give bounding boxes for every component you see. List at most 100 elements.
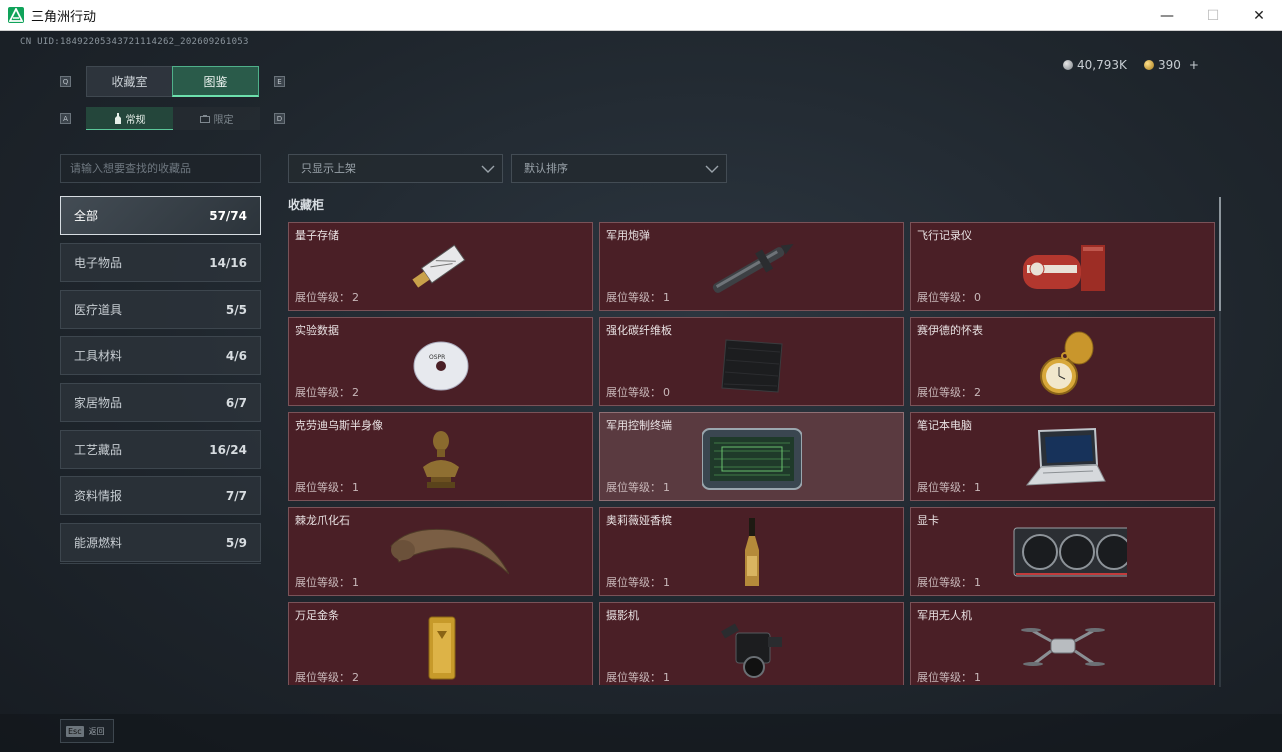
category-label: 医疗道具 xyxy=(74,303,123,317)
item-level: 展位等级： 2 xyxy=(917,384,981,400)
item-level: 展位等级： 1 xyxy=(917,479,981,495)
category-count: 16/24 xyxy=(209,442,247,457)
item-level: 展位等级： 2 xyxy=(295,289,359,305)
back-button[interactable]: Esc 返回 xyxy=(60,719,114,743)
item-card[interactable]: 军用炮弹 展位等级： 1 xyxy=(599,222,904,311)
silver-amount: 40,793K xyxy=(1077,58,1127,72)
category-electronics[interactable]: 电子物品 14/16 xyxy=(60,243,261,282)
item-name: 军用炮弹 xyxy=(606,229,650,242)
item-level: 展位等级： 0 xyxy=(917,289,981,305)
gold-amount: 390 xyxy=(1158,58,1181,72)
item-card[interactable]: 棘龙爪化石 展位等级： 1 xyxy=(288,507,593,596)
level-prefix: 展位等级： xyxy=(606,291,661,304)
item-card[interactable]: 量子存储 展位等级： 2 xyxy=(288,222,593,311)
tab-limited[interactable]: 限定 xyxy=(173,107,260,130)
item-name: 克劳迪乌斯半身像 xyxy=(295,419,383,432)
item-name: 奥莉薇娅香槟 xyxy=(606,514,672,527)
add-currency-button[interactable]: + xyxy=(1189,58,1199,72)
tab-catalog[interactable]: 图鉴 xyxy=(172,66,259,97)
category-all[interactable]: 全部 57/74 xyxy=(60,196,261,235)
level-value: 1 xyxy=(663,481,670,494)
close-button[interactable]: ✕ xyxy=(1236,0,1282,31)
item-level: 展位等级： 1 xyxy=(606,289,670,305)
category-crafts[interactable]: 工艺藏品 16/24 xyxy=(60,430,261,469)
level-prefix: 展位等级： xyxy=(295,671,350,684)
scrollbar-thumb[interactable] xyxy=(1219,197,1221,311)
item-card[interactable]: 军用无人机 展位等级： 1 xyxy=(910,602,1215,685)
tab-regular[interactable]: 常规 xyxy=(86,107,173,130)
category-tools[interactable]: 工具材料 4/6 xyxy=(60,336,261,375)
level-value: 0 xyxy=(974,291,981,304)
level-prefix: 展位等级： xyxy=(917,671,972,684)
category-fuel[interactable]: 能源燃料 5/9 xyxy=(60,523,261,562)
champagne-icon xyxy=(745,518,759,586)
shelf-filter-dropdown[interactable]: 只显示上架 xyxy=(288,154,503,183)
category-count: 4/6 xyxy=(225,348,247,363)
item-card[interactable]: 摄影机 展位等级： 1 xyxy=(599,602,904,685)
category-medical[interactable]: 医疗道具 5/5 xyxy=(60,290,261,329)
item-card[interactable]: 飞行记录仪 展位等级： 0 xyxy=(910,222,1215,311)
item-name: 摄影机 xyxy=(606,609,639,622)
category-label: 全部 xyxy=(74,209,99,223)
item-grid: 量子存储 展位等级： 2 军用炮弹 展位等级： 1 飞行记录仪 展位等级： 0 实验数… xyxy=(287,221,1215,685)
gold-currency: 390 + xyxy=(1144,58,1199,72)
player-uid: CN UID:18492205343721114262_202609261053 xyxy=(20,37,249,47)
window-titlebar: 三角洲行动 — ☐ ✕ xyxy=(0,0,1282,31)
silver-currency: 40,793K xyxy=(1063,58,1127,72)
pocket-watch-icon xyxy=(1040,331,1094,395)
item-card[interactable]: 显卡 展位等级： 1 xyxy=(910,507,1215,596)
item-name: 笔记本电脑 xyxy=(917,419,972,432)
search-input[interactable]: 请输入想要查找的收藏品 xyxy=(60,154,261,183)
level-prefix: 展位等级： xyxy=(917,481,972,494)
tab-regular-label: 常规 xyxy=(125,114,146,126)
tab-limited-label: 限定 xyxy=(213,115,234,126)
sort-dropdown[interactable]: 默认排序 xyxy=(511,154,727,183)
level-value: 1 xyxy=(663,671,670,684)
level-prefix: 展位等级： xyxy=(606,481,661,494)
level-value: 2 xyxy=(352,386,359,399)
app-logo-icon xyxy=(8,7,24,23)
item-card[interactable]: 赛伊德的怀表 展位等级： 2 xyxy=(910,317,1215,406)
category-label: 能源燃料 xyxy=(74,536,123,550)
item-name: 棘龙爪化石 xyxy=(295,514,350,527)
key-hint-d: D xyxy=(274,113,285,124)
category-count: 6/7 xyxy=(225,395,247,410)
item-name: 实验数据 xyxy=(295,324,339,337)
item-card[interactable]: 实验数据 OSPR 展位等级： 2 xyxy=(288,317,593,406)
category-label: 资料情报 xyxy=(74,489,123,503)
section-title: 收藏柜 xyxy=(288,198,325,212)
category-label: 电子物品 xyxy=(74,256,123,270)
item-name: 显卡 xyxy=(917,514,939,527)
item-card[interactable]: 强化碳纤维板 展位等级： 0 xyxy=(599,317,904,406)
tab-collection-room[interactable]: 收藏室 xyxy=(86,66,173,97)
category-count: 7/7 xyxy=(225,488,247,503)
level-value: 1 xyxy=(974,576,981,589)
graphics-card-icon xyxy=(1013,527,1127,577)
item-level: 展位等级： 1 xyxy=(917,574,981,590)
item-card[interactable]: 军用控制终端 展位等级： 1 xyxy=(599,412,904,501)
item-card[interactable]: 奥莉薇娅香槟 展位等级： 1 xyxy=(599,507,904,596)
item-level: 展位等级： 1 xyxy=(295,479,359,495)
item-card[interactable]: 笔记本电脑 展位等级： 1 xyxy=(910,412,1215,501)
category-household[interactable]: 家居物品 6/7 xyxy=(60,383,261,422)
maximize-button[interactable]: ☐ xyxy=(1190,0,1236,31)
level-prefix: 展位等级： xyxy=(917,291,972,304)
item-card[interactable]: 克劳迪乌斯半身像 展位等级： 1 xyxy=(288,412,593,501)
laptop-icon xyxy=(1025,427,1106,486)
level-value: 1 xyxy=(974,481,981,494)
category-intel[interactable]: 资料情报 7/7 xyxy=(60,476,261,515)
level-value: 2 xyxy=(974,386,981,399)
gold-coin-icon xyxy=(1144,60,1154,70)
level-value: 1 xyxy=(663,576,670,589)
back-label: 返回 xyxy=(88,726,105,736)
minimize-button[interactable]: — xyxy=(1144,0,1190,31)
chevron-down-icon xyxy=(705,165,719,173)
item-name: 赛伊德的怀表 xyxy=(917,324,983,337)
item-level: 展位等级： 1 xyxy=(606,479,670,495)
item-card[interactable]: 万足金条 展位等级： 2 xyxy=(288,602,593,685)
level-value: 0 xyxy=(663,386,670,399)
gold-bar-icon xyxy=(428,616,456,680)
case-icon xyxy=(199,114,210,123)
camera-icon xyxy=(721,623,782,678)
level-value: 2 xyxy=(352,291,359,304)
